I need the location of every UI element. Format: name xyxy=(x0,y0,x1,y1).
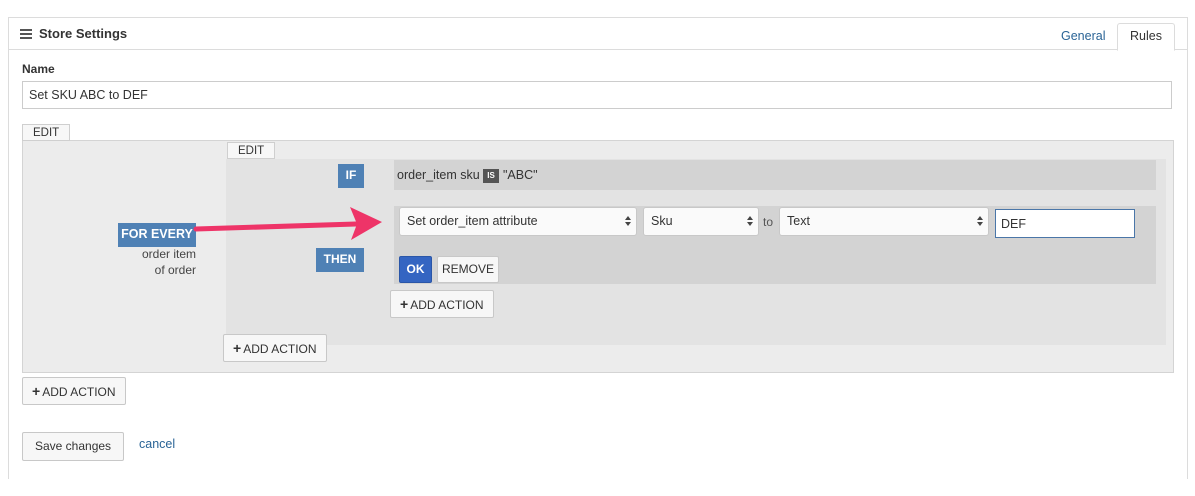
select-arrows-icon xyxy=(977,216,983,228)
value-type-select[interactable]: Text xyxy=(779,207,989,236)
add-action-button-middle[interactable]: + ADD ACTION xyxy=(223,334,327,362)
name-label: Name xyxy=(22,62,55,76)
add-action-button-inner[interactable]: + ADD ACTION xyxy=(390,290,494,318)
cancel-link[interactable]: cancel xyxy=(139,437,175,451)
for-every-badge: FOR EVERY xyxy=(118,223,196,247)
condition-operator-badge: IS xyxy=(483,169,499,183)
tab-general[interactable]: General xyxy=(1049,24,1117,50)
plus-icon: + xyxy=(400,296,409,312)
for-every-scope-line2: of order xyxy=(154,263,196,277)
condition-value: "ABC" xyxy=(503,168,538,182)
panel-title: Store Settings xyxy=(39,26,128,41)
action-value-input[interactable] xyxy=(995,209,1135,238)
action-type-select[interactable]: Set order_item attribute xyxy=(399,207,637,236)
action-type-value: Set order_item attribute xyxy=(407,214,538,228)
for-every-scope-line1: order item xyxy=(141,247,196,261)
save-changes-button[interactable]: Save changes xyxy=(22,432,125,461)
hamburger-icon[interactable] xyxy=(20,29,32,39)
to-label: to xyxy=(763,215,774,229)
name-input[interactable] xyxy=(22,81,1172,109)
attribute-select[interactable]: Sku xyxy=(643,207,759,236)
add-action-button-outer[interactable]: + ADD ACTION xyxy=(22,377,126,405)
select-arrows-icon xyxy=(747,216,753,228)
inner-edit-button[interactable]: EDIT xyxy=(227,142,276,159)
add-action-label: ADD ACTION xyxy=(410,298,484,312)
plus-icon: + xyxy=(233,340,242,356)
add-action-label: ADD ACTION xyxy=(243,342,317,356)
ok-button[interactable]: OK xyxy=(399,256,432,283)
outer-edit-button[interactable]: EDIT xyxy=(22,124,71,141)
value-type-value: Text xyxy=(787,214,810,228)
for-every-scope: order item of order xyxy=(109,246,196,278)
then-badge: THEN xyxy=(316,248,364,272)
panel-header: Store Settings General Rules xyxy=(9,18,1187,51)
tab-rules[interactable]: Rules xyxy=(1117,23,1175,51)
plus-icon: + xyxy=(32,383,41,399)
attribute-value: Sku xyxy=(651,214,673,228)
store-settings-panel: Store Settings General Rules Name EDIT F… xyxy=(8,17,1188,479)
remove-button[interactable]: REMOVE xyxy=(437,256,499,283)
if-badge: IF xyxy=(338,164,364,188)
select-arrows-icon xyxy=(625,216,631,228)
condition-row[interactable]: order_item sku IS "ABC" xyxy=(394,160,1156,190)
condition-field: order_item sku xyxy=(397,168,480,182)
add-action-label: ADD ACTION xyxy=(42,385,116,399)
